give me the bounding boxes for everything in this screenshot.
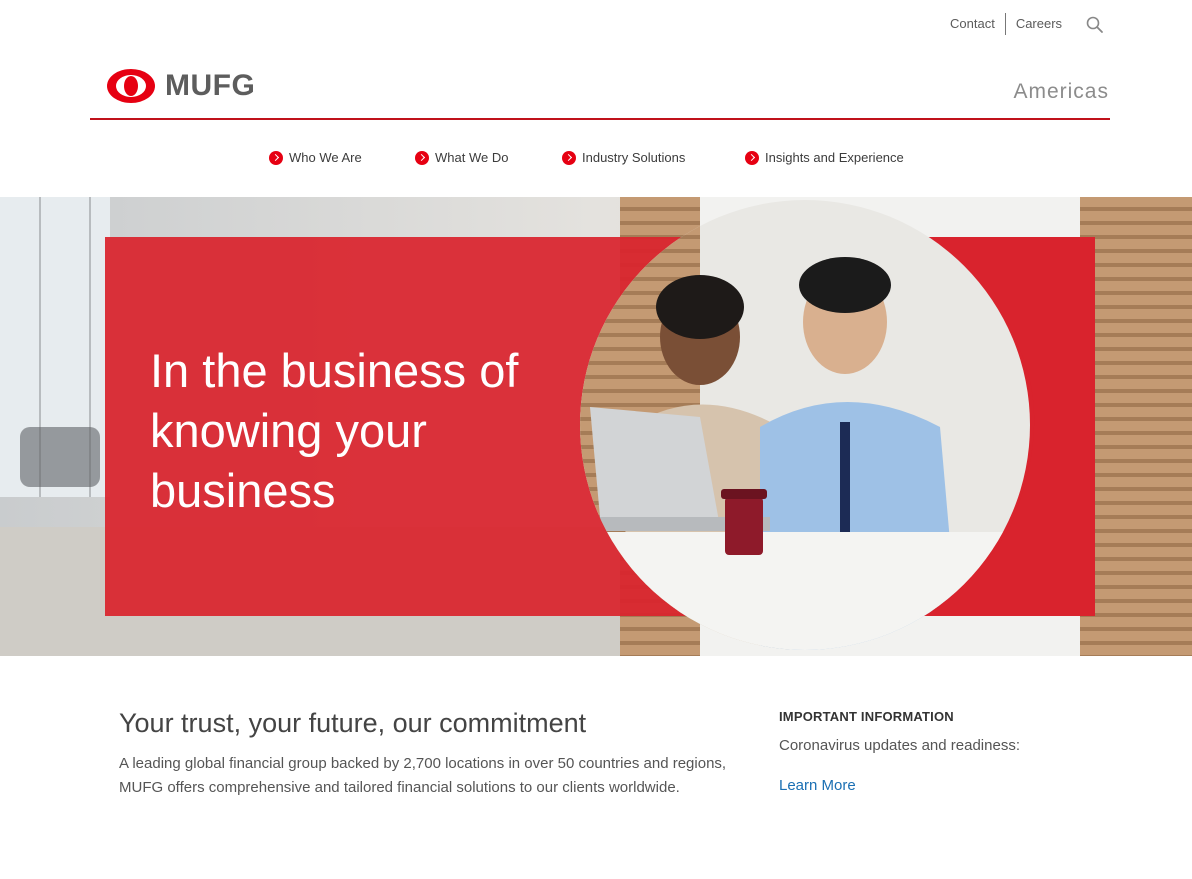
chevron-right-icon: [562, 150, 576, 165]
hero-headline: In the business of knowing your business: [150, 341, 580, 521]
hero-banner: In the business of knowing your business: [0, 197, 1192, 656]
contact-link[interactable]: Contact: [940, 14, 1005, 34]
mufg-logo[interactable]: MUFG: [105, 67, 255, 105]
search-icon[interactable]: [1086, 16, 1104, 34]
nav-item-label: Industry Solutions: [582, 150, 686, 165]
nav-item-label: Who We Are: [289, 150, 362, 165]
important-info-heading: IMPORTANT INFORMATION: [779, 709, 954, 724]
careers-link[interactable]: Careers: [1006, 14, 1072, 34]
region-label[interactable]: Americas: [1013, 80, 1109, 104]
section-body: A leading global financial group backed …: [119, 755, 727, 796]
learn-more-link[interactable]: Learn More: [779, 777, 856, 794]
header-divider: [90, 118, 1110, 120]
main-nav: Who We Are What We Do Industry Solutions…: [0, 150, 1192, 170]
logo-wordmark: MUFG: [165, 69, 256, 102]
nav-item-industry-solutions[interactable]: Industry Solutions: [562, 150, 685, 165]
chevron-right-icon: [269, 150, 283, 165]
hero-headline-line: knowing your: [150, 404, 427, 457]
mufg-logo-icon: [105, 67, 157, 105]
hero-headline-line: In the business of: [150, 344, 519, 397]
utility-nav: Contact Careers: [940, 13, 1103, 35]
nav-item-what-we-do[interactable]: What We Do: [415, 150, 508, 165]
nav-item-who-we-are[interactable]: Who We Are: [269, 150, 362, 165]
chevron-right-icon: [415, 150, 429, 165]
nav-item-label: What We Do: [435, 150, 509, 165]
hero-headline-line: business: [150, 464, 336, 517]
nav-item-label: Insights and Experience: [765, 150, 904, 165]
nav-item-insights[interactable]: Insights and Experience: [745, 150, 904, 165]
important-info-text: Coronavirus updates and readiness:: [779, 737, 1020, 754]
section-title: Your trust, your future, our commitment: [119, 708, 587, 738]
chevron-right-icon: [745, 150, 759, 165]
